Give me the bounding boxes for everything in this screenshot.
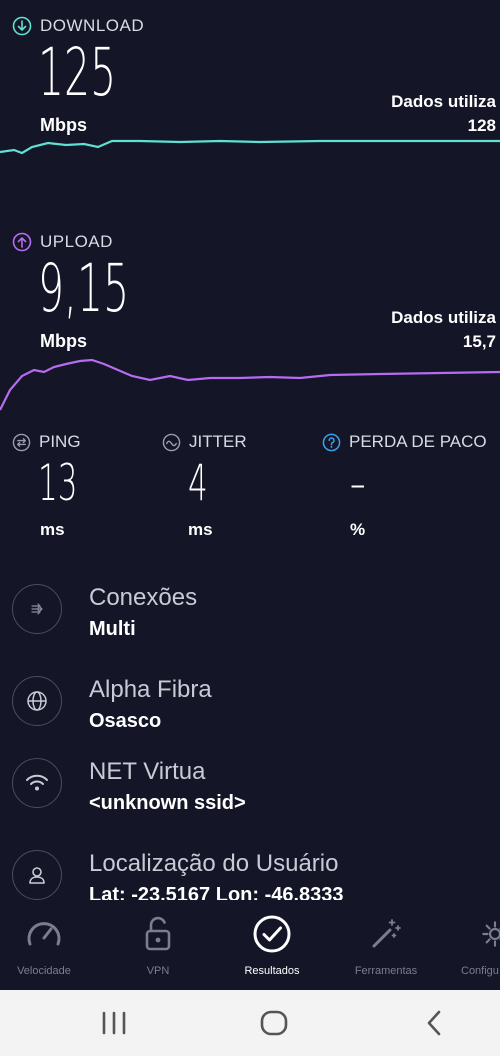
packet-loss-label: PERDA DE PACO xyxy=(322,432,500,452)
upload-data-used: Dados utiliza 15,7 xyxy=(296,308,496,352)
jitter-label: JITTER xyxy=(162,432,247,452)
packet-loss-label-text: PERDA DE PACO xyxy=(349,432,487,451)
globe-icon xyxy=(12,676,62,726)
check-circle-icon xyxy=(222,912,322,956)
upload-data-used-value: 15,7 xyxy=(462,332,496,351)
back-icon xyxy=(427,1010,441,1036)
upload-graph xyxy=(0,358,500,411)
tab-velocidade[interactable]: Velocidade xyxy=(0,912,94,977)
download-arrow-icon xyxy=(12,16,32,36)
speedometer-icon xyxy=(0,912,94,956)
jitter-unit: ms xyxy=(188,520,213,539)
packet-loss-value: – xyxy=(350,454,366,512)
tab-velocidade-label: Velocidade xyxy=(17,965,71,977)
tab-vpn[interactable]: VPN xyxy=(108,912,208,977)
jitter-value: 4 xyxy=(188,454,208,512)
magic-wand-icon xyxy=(336,912,436,956)
location-coordinates: Lat: -23.5167 Lon: -46.8333 xyxy=(89,884,344,900)
provider-location: Osasco xyxy=(89,710,162,732)
upload-value: 9,15 xyxy=(38,250,130,327)
back-button[interactable] xyxy=(424,1009,444,1042)
connections-title: Conexões xyxy=(89,584,198,611)
tab-ferramentas-label: Ferramentas xyxy=(354,965,418,977)
ping-unit: ms xyxy=(40,520,65,539)
provider-title: Alpha Fibra xyxy=(89,676,212,703)
wifi-icon xyxy=(12,758,62,808)
ping-label: PING xyxy=(12,432,102,452)
connections-value: Multi xyxy=(89,618,136,640)
tab-configuracoes[interactable]: Configu xyxy=(440,912,500,977)
tab-configuracoes-label: Configu xyxy=(461,965,499,977)
recent-apps-button[interactable] xyxy=(100,1010,128,1041)
user-icon xyxy=(12,850,62,900)
home-button[interactable] xyxy=(259,1009,289,1042)
jitter-metric: JITTER 4 ms xyxy=(162,432,247,540)
upload-label: UPLOAD xyxy=(12,232,113,252)
packet-loss-metric: PERDA DE PACO – % xyxy=(322,432,500,540)
upload-data-used-label: Dados utiliza xyxy=(391,308,496,327)
download-data-used-label: Dados utiliza xyxy=(391,92,496,111)
tab-resultados-label: Resultados xyxy=(244,965,300,977)
location-row-clip: Localização do Usuário Lat: -23.5167 Lon… xyxy=(0,840,500,900)
ping-label-text: PING xyxy=(39,432,81,451)
ping-icon xyxy=(12,433,31,452)
upload-unit: Mbps xyxy=(40,331,87,351)
system-nav-bar xyxy=(0,990,500,1056)
home-icon xyxy=(260,1010,288,1036)
download-label: DOWNLOAD xyxy=(12,16,144,36)
network-row[interactable]: NET Virtua <unknown ssid> xyxy=(12,758,246,815)
upload-arrow-icon xyxy=(12,232,32,252)
tab-resultados[interactable]: Resultados xyxy=(222,912,322,977)
download-label-text: DOWNLOAD xyxy=(40,16,145,35)
download-value: 125 xyxy=(38,34,117,111)
jitter-label-text: JITTER xyxy=(189,432,247,451)
packet-loss-unit: % xyxy=(350,520,366,539)
network-title: NET Virtua xyxy=(89,758,206,785)
tab-vpn-label: VPN xyxy=(146,965,170,977)
lock-icon xyxy=(108,912,208,956)
recent-apps-icon xyxy=(102,1011,126,1035)
location-title: Localização do Usuário xyxy=(89,850,339,877)
connections-icon xyxy=(12,584,62,634)
network-ssid: <unknown ssid> xyxy=(89,792,246,814)
gear-icon xyxy=(440,912,500,956)
upload-label-text: UPLOAD xyxy=(40,232,113,251)
bottom-tab-bar: Velocidade VPN Resultados Ferramentas Co… xyxy=(0,900,500,990)
connections-row[interactable]: Conexões Multi xyxy=(12,584,197,641)
download-graph xyxy=(0,139,500,155)
jitter-icon xyxy=(162,433,181,452)
location-row[interactable]: Localização do Usuário Lat: -23.5167 Lon… xyxy=(12,850,344,900)
provider-row[interactable]: Alpha Fibra Osasco xyxy=(12,676,212,733)
upload-graph-line xyxy=(0,358,500,411)
help-icon[interactable] xyxy=(322,433,341,452)
tab-ferramentas[interactable]: Ferramentas xyxy=(336,912,436,977)
ping-metric: PING 13 ms xyxy=(12,432,102,540)
download-graph-line xyxy=(0,139,500,155)
ping-value: 13 xyxy=(38,454,78,512)
